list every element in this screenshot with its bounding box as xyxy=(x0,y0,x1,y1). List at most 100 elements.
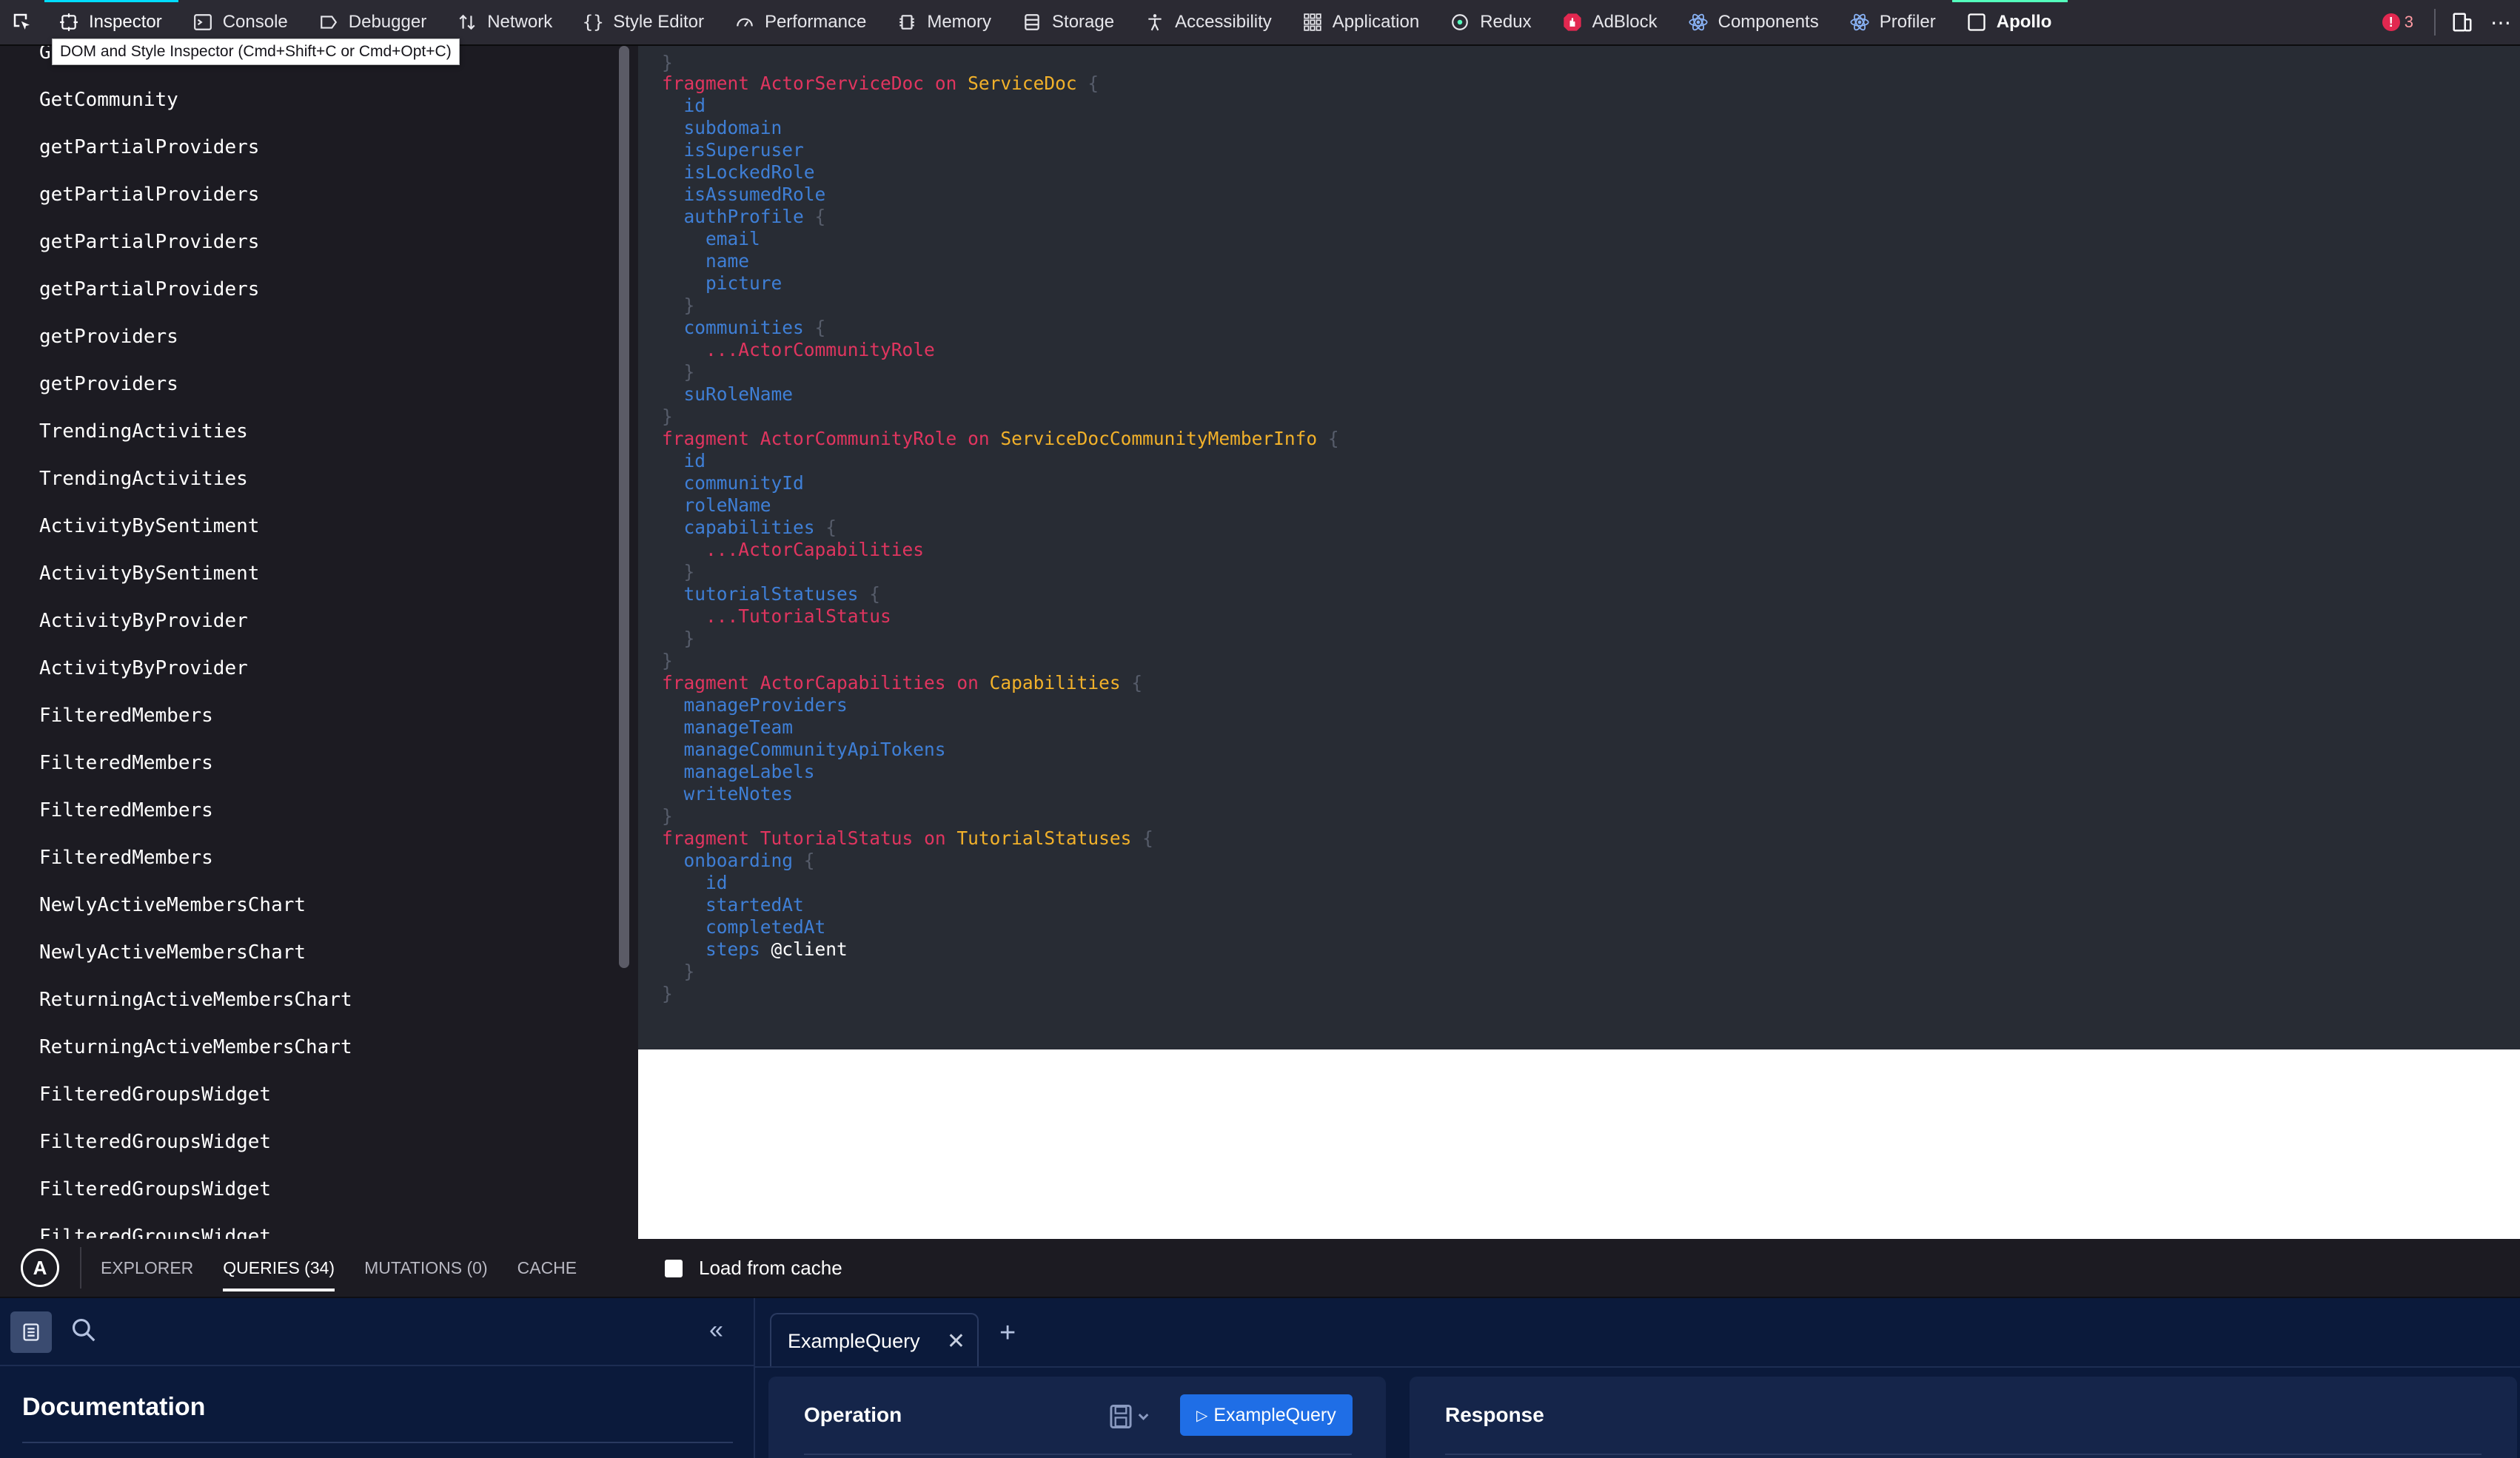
query-list-scrollbar[interactable] xyxy=(616,46,638,1239)
query-list-item[interactable]: getPartialProviders xyxy=(39,231,259,253)
query-list-item[interactable]: ActivityBySentiment xyxy=(39,562,259,585)
scrollbar-thumb[interactable] xyxy=(619,46,629,968)
documentation-title: Documentation xyxy=(22,1393,206,1421)
error-count-badge[interactable]: ! 3 xyxy=(2369,13,2427,32)
query-list-item[interactable]: FilteredGroupsWidget xyxy=(39,1226,271,1239)
memory-icon xyxy=(896,11,918,33)
tab-apollo[interactable]: Apollo xyxy=(1951,0,2068,45)
tab-label: Network xyxy=(487,12,553,32)
tab-memory[interactable]: Memory xyxy=(882,0,1008,45)
field: manageProviders xyxy=(683,694,848,716)
dock-options-button[interactable] xyxy=(2443,0,2482,45)
tab-accessibility[interactable]: Accessibility xyxy=(1130,0,1288,45)
tab-profiler[interactable]: Profiler xyxy=(1835,0,1952,45)
query-list-item[interactable]: NewlyActiveMembersChart xyxy=(39,894,306,916)
tab-performance[interactable]: Performance xyxy=(720,0,882,45)
query-list-item[interactable]: TrendingActivities xyxy=(39,468,248,490)
redux-icon xyxy=(1449,11,1471,33)
query-list-item[interactable]: getPartialProviders xyxy=(39,184,259,206)
tab-example-query[interactable]: ExampleQuery ✕ xyxy=(770,1313,979,1368)
field: manageLabels xyxy=(683,761,815,782)
tab-label: Style Editor xyxy=(613,12,704,32)
apollo-logo-icon: A xyxy=(21,1249,59,1287)
field: isSuperuser xyxy=(683,139,804,161)
query-list-item[interactable]: ReturningActiveMembersChart xyxy=(39,989,352,1011)
query-list-item[interactable]: ActivityByProvider xyxy=(39,657,248,679)
documentation-panel: « Documentation xyxy=(0,1298,755,1458)
field: name xyxy=(706,250,750,272)
query-list-item[interactable]: FilteredMembers xyxy=(39,752,213,774)
element-picker-button[interactable] xyxy=(0,0,44,45)
code-line: manageProviders xyxy=(662,694,848,716)
field: steps xyxy=(706,938,760,960)
query-list-item[interactable]: FilteredGroupsWidget xyxy=(39,1084,271,1106)
collapse-icon[interactable]: « xyxy=(709,1316,723,1345)
code-line: communityId xyxy=(662,472,804,494)
query-list-item[interactable]: NewlyActiveMembersChart xyxy=(39,941,306,964)
field: startedAt xyxy=(706,894,804,916)
load-from-cache-checkbox[interactable] xyxy=(665,1260,683,1277)
console-icon xyxy=(192,11,214,33)
toolbar-divider xyxy=(2434,9,2436,36)
code-line: } xyxy=(662,961,695,982)
tab-adblock[interactable]: AdBlock xyxy=(1548,0,1674,45)
document-icon xyxy=(23,1323,39,1341)
query-list-item[interactable]: ActivityByProvider xyxy=(39,610,248,632)
code-line: fragment ActorCommunityRole on ServiceDo… xyxy=(662,428,1339,449)
tab-queries[interactable]: QUERIES (34) xyxy=(223,1238,335,1297)
code-line: } xyxy=(662,805,673,827)
query-list-item[interactable]: getProviders xyxy=(39,326,178,348)
query-list-item[interactable]: ActivityBySentiment xyxy=(39,515,259,537)
query-list-item[interactable]: GetCommunity xyxy=(39,89,178,111)
tab-application[interactable]: Application xyxy=(1288,0,1435,45)
code-line: suRoleName xyxy=(662,383,794,406)
fragment-name: ActorServiceDoc xyxy=(760,73,925,94)
query-list-item[interactable]: ReturningActiveMembersChart xyxy=(39,1036,352,1058)
tab-label: Debugger xyxy=(348,12,427,32)
query-list-item[interactable]: FilteredGroupsWidget xyxy=(39,1131,271,1153)
query-list-item[interactable]: getPartialProviders xyxy=(39,278,259,300)
query-list-item[interactable]: getPartialProviders xyxy=(39,136,259,158)
query-list-item[interactable]: TrendingActivities xyxy=(39,420,248,443)
code-line: } xyxy=(662,406,673,427)
field: isLockedRole xyxy=(683,161,815,183)
code-line: ...ActorCommunityRole xyxy=(662,339,935,361)
field: communityId xyxy=(683,472,804,494)
tab-components[interactable]: Components xyxy=(1674,0,1835,45)
tab-cache[interactable]: CACHE xyxy=(517,1238,577,1297)
toolbar-right: ! 3 ⋯ xyxy=(2369,0,2520,45)
save-icon xyxy=(1110,1405,1149,1428)
query-list-item[interactable]: getProviders xyxy=(39,373,178,395)
query-list-item[interactable]: FilteredGroupsWidget xyxy=(39,1178,271,1200)
tab-explorer[interactable]: EXPLORER xyxy=(101,1238,193,1297)
code-line: isAssumedRole xyxy=(662,184,826,206)
tab-style-editor[interactable]: {} Style Editor xyxy=(569,0,720,45)
react-icon xyxy=(1687,11,1709,33)
close-icon[interactable]: ✕ xyxy=(947,1328,965,1354)
code-line: fragment ActorCapabilities on Capabiliti… xyxy=(662,672,1143,693)
tab-redux[interactable]: Redux xyxy=(1435,0,1547,45)
response-panel: Response xyxy=(1410,1377,2517,1458)
query-list-item[interactable]: FilteredMembers xyxy=(39,847,213,869)
field: manageTeam xyxy=(683,716,794,738)
field: onboarding xyxy=(683,850,794,871)
field: isAssumedRole xyxy=(683,184,826,205)
tab-mutations[interactable]: MUTATIONS (0) xyxy=(364,1238,488,1297)
query-list-item[interactable]: FilteredMembers xyxy=(39,705,213,727)
apollo-tab-bar: A EXPLORER QUERIES (34) MUTATIONS (0) CA… xyxy=(0,1239,2520,1298)
fragment-spread: ...TutorialStatus xyxy=(706,605,891,627)
tab-label: Storage xyxy=(1052,12,1115,32)
query-list-item[interactable]: FilteredMembers xyxy=(39,799,213,822)
run-query-button[interactable]: ▷ ExampleQuery xyxy=(1180,1394,1353,1436)
tab-storage[interactable]: Storage xyxy=(1008,0,1130,45)
tab-network[interactable]: Network xyxy=(443,0,569,45)
documentation-button[interactable] xyxy=(10,1311,52,1353)
add-tab-icon[interactable]: + xyxy=(999,1317,1016,1349)
field: tutorialStatuses xyxy=(683,583,859,605)
search-button[interactable] xyxy=(70,1316,98,1348)
more-options-button[interactable]: ⋯ xyxy=(2482,0,2520,45)
field: subdomain xyxy=(683,117,783,138)
code-line: name xyxy=(662,250,749,272)
save-button[interactable] xyxy=(1109,1403,1156,1434)
field: id xyxy=(683,450,706,471)
